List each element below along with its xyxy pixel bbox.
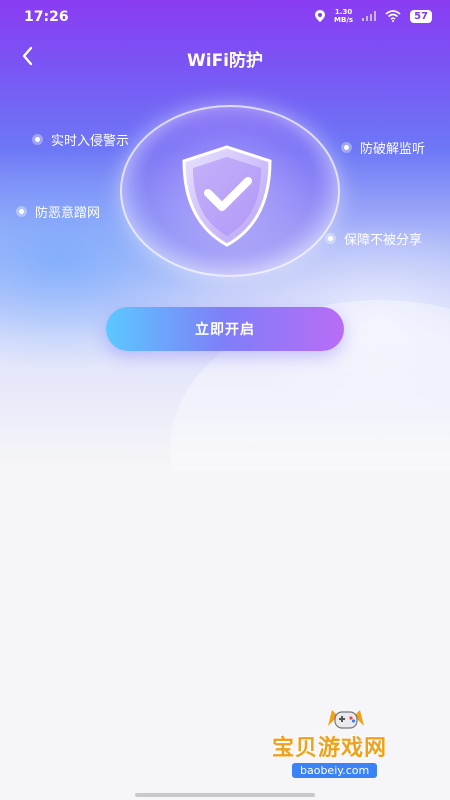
feature-label: 防破解监听: [360, 142, 426, 157]
signal-icon: [362, 11, 377, 21]
location-icon: [315, 10, 326, 22]
speed-value: 1.30: [334, 8, 353, 16]
bullet-dot-icon: [16, 206, 27, 217]
speed-unit: MB/s: [334, 16, 354, 24]
page-title: WiFi防护: [186, 51, 264, 71]
status-time: 17:26: [24, 9, 69, 25]
shield-check-icon: [182, 145, 272, 247]
feature-label: 防恶意蹭网: [35, 206, 101, 221]
bullet-dot-icon: [325, 233, 336, 244]
feature-anti-freeload: 防恶意蹭网: [16, 202, 100, 221]
battery-icon: 57: [410, 9, 432, 23]
watermark-url: baobeiy.com: [292, 763, 378, 778]
watermark-logo: 宝贝游戏网 baobeiy.com: [272, 704, 432, 784]
status-bar: 17:26 1.30 MB/s 57: [0, 0, 450, 36]
feature-intrusion-alert: 实时入侵警示: [32, 130, 129, 149]
feature-no-sharing: 保障不被分享: [325, 229, 422, 248]
nav-header: WiFi防护: [0, 36, 450, 80]
gamepad-icon: [328, 710, 364, 729]
wifi-icon: [385, 10, 401, 22]
watermark-text: 宝贝游戏网: [272, 736, 388, 761]
feature-label: 实时入侵警示: [51, 134, 130, 149]
home-indicator[interactable]: [135, 793, 315, 797]
status-icons: 1.30 MB/s 57: [315, 8, 432, 24]
bullet-dot-icon: [341, 142, 352, 153]
network-speed: 1.30 MB/s: [334, 8, 353, 24]
feature-anti-crack: 防破解监听: [341, 138, 425, 157]
bullet-dot-icon: [32, 134, 43, 145]
enable-now-button[interactable]: 立即开启: [106, 307, 344, 351]
feature-label: 保障不被分享: [344, 233, 423, 248]
